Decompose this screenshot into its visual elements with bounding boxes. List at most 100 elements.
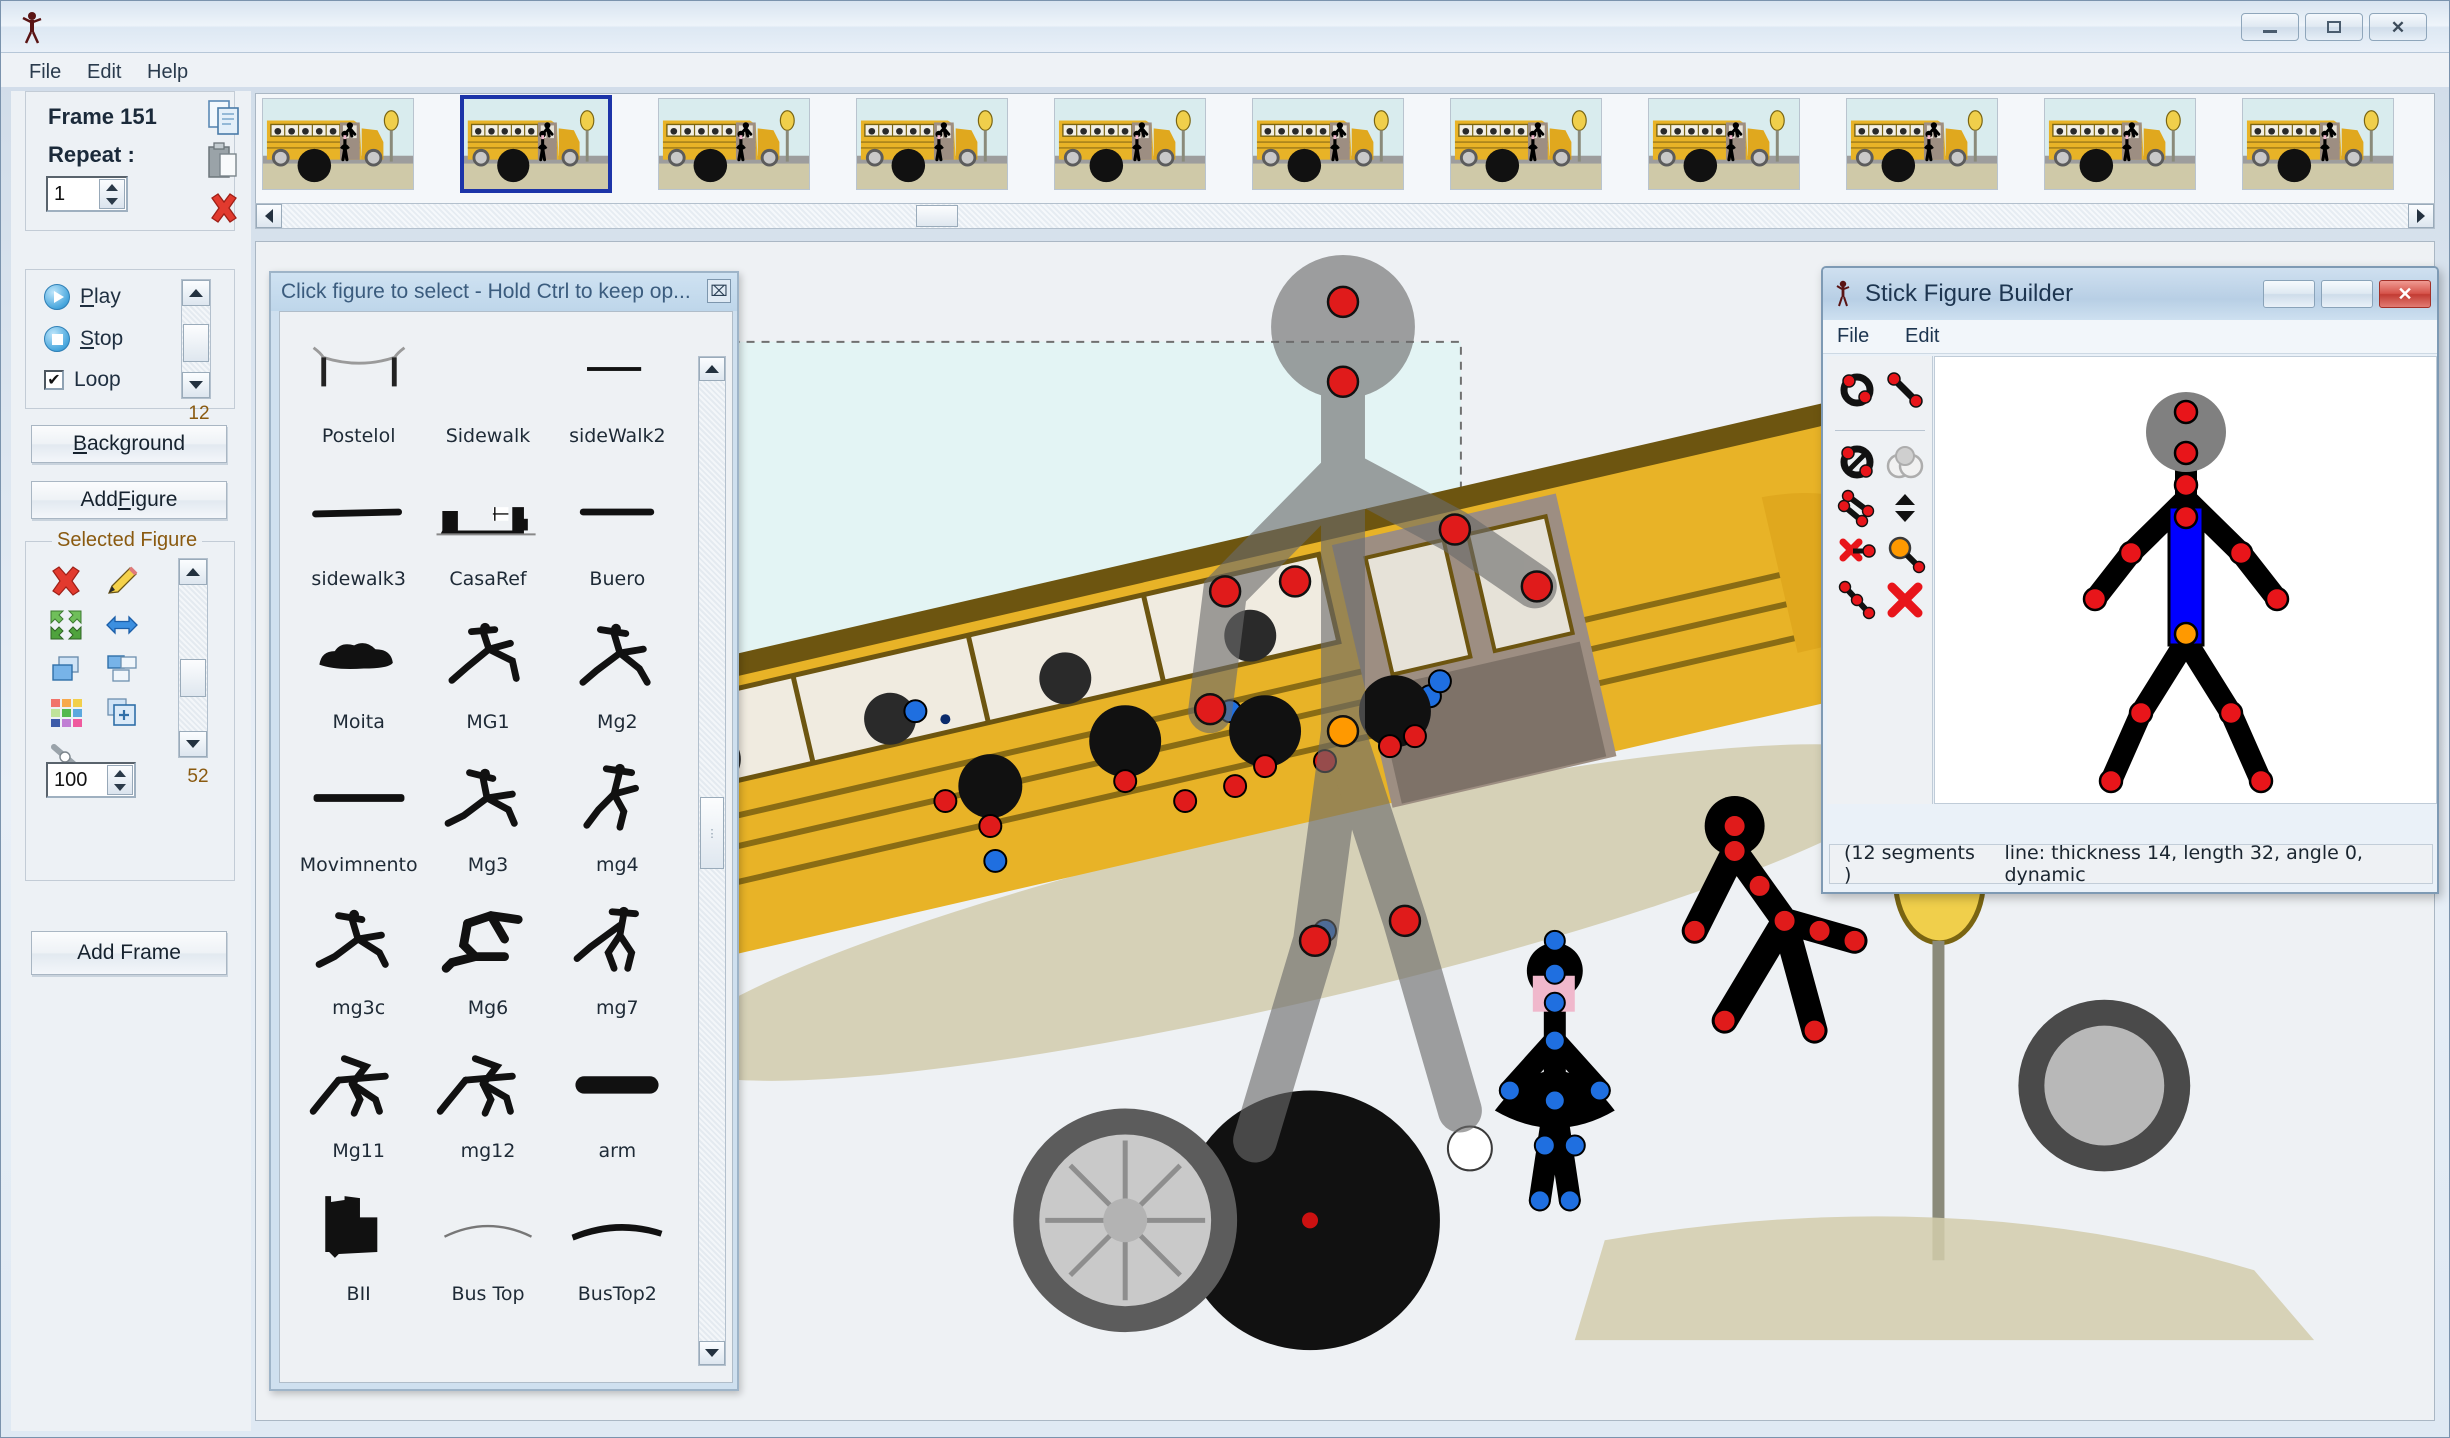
builder-canvas[interactable] xyxy=(1934,356,2437,804)
scale-spin-arrows[interactable] xyxy=(107,765,133,795)
spin-up-icon[interactable] xyxy=(106,184,118,191)
builder-menu-file[interactable]: File xyxy=(1837,325,1869,348)
figure-palette-window[interactable]: Click figure to select - Hold Ctrl to ke… xyxy=(269,271,739,1391)
menu-help[interactable]: Help xyxy=(141,59,194,86)
builder-maximize-button[interactable] xyxy=(2321,280,2373,308)
delete-frame-icon[interactable] xyxy=(206,190,242,226)
palette-item[interactable]: Bus Top xyxy=(423,1170,552,1313)
palette-item[interactable]: BusTop2 xyxy=(553,1170,682,1313)
builder-menu-edit[interactable]: Edit xyxy=(1905,325,1939,348)
edit-figure-icon[interactable] xyxy=(104,564,140,598)
add-circle-icon[interactable] xyxy=(1835,368,1879,412)
palette-item[interactable]: sidewalk3 xyxy=(294,455,423,598)
zoom-segment-icon[interactable] xyxy=(1883,532,1927,576)
loop-checkbox-box[interactable]: ✔ xyxy=(44,370,64,390)
stop-button[interactable]: Stop xyxy=(44,326,123,352)
frame-thumbnail[interactable] xyxy=(2242,98,2394,190)
palette-item[interactable]: Mg11 xyxy=(294,1027,423,1170)
loop-checkbox[interactable]: ✔ Loop xyxy=(44,368,121,392)
add-line-icon[interactable] xyxy=(1883,368,1927,412)
palette-scroll-up[interactable] xyxy=(699,357,725,381)
background-button[interactable]: Background xyxy=(31,425,227,463)
palette-item[interactable]: mg7 xyxy=(553,884,682,1027)
palette-item[interactable]: Mg3 xyxy=(423,741,552,884)
scale-figure-icon[interactable] xyxy=(48,608,84,642)
frame-thumbnail[interactable] xyxy=(262,98,414,190)
extend-segment-icon[interactable] xyxy=(1835,578,1879,622)
builder-title-bar[interactable]: Stick Figure Builder ✕ xyxy=(1823,268,2437,320)
duplicate-segment-icon[interactable] xyxy=(1835,486,1879,530)
palette-title-bar[interactable]: Click figure to select - Hold Ctrl to ke… xyxy=(271,273,737,311)
palette-item[interactable]: Buero xyxy=(553,455,682,598)
figure-scroll-down[interactable] xyxy=(179,731,207,757)
flip-figure-icon[interactable] xyxy=(104,608,140,642)
delete-all-icon[interactable] xyxy=(1883,578,1927,622)
palette-item[interactable]: mg4 xyxy=(553,741,682,884)
frame-thumbnail[interactable] xyxy=(2044,98,2196,190)
strip-scroll-thumb[interactable] xyxy=(916,205,958,227)
palette-item[interactable]: arm xyxy=(553,1027,682,1170)
palette-scrollbar[interactable]: ⋮ xyxy=(698,356,726,1366)
maximize-button[interactable] xyxy=(2305,13,2363,41)
frame-thumbnail[interactable] xyxy=(460,95,612,193)
frame-thumbnail[interactable] xyxy=(1846,98,1998,190)
speed-scrollbar[interactable] xyxy=(181,279,211,399)
menu-edit[interactable]: Edit xyxy=(81,59,127,86)
add-figure-button[interactable]: Add Figure xyxy=(31,481,227,519)
bring-forward-icon[interactable] xyxy=(104,652,140,686)
palette-item[interactable]: Mg6 xyxy=(423,884,552,1027)
builder-minimize-button[interactable] xyxy=(2263,280,2315,308)
scale-stepper[interactable] xyxy=(46,762,136,798)
speed-scroll-thumb[interactable] xyxy=(183,324,209,362)
duplicate-figure-icon[interactable] xyxy=(104,696,140,730)
delete-figure-icon[interactable] xyxy=(48,564,84,598)
palette-item[interactable]: Moita xyxy=(294,598,423,741)
palette-close-button[interactable]: ⌧ xyxy=(707,279,731,303)
paste-icon[interactable] xyxy=(208,142,238,180)
copy-icon[interactable] xyxy=(208,100,242,136)
palette-item[interactable]: MG1 xyxy=(423,598,552,741)
palette-item[interactable]: Movimnento xyxy=(294,741,423,884)
figure-scrollbar[interactable] xyxy=(178,558,208,758)
builder-figure[interactable] xyxy=(1935,357,2438,805)
palette-item[interactable]: Postelol xyxy=(294,312,423,455)
figure-scroll-thumb[interactable] xyxy=(180,659,206,697)
scale-spin-down-icon[interactable] xyxy=(114,784,126,791)
color-palette-icon[interactable] xyxy=(48,696,84,730)
strip-scroll-right[interactable] xyxy=(2408,204,2434,228)
delete-segment-icon[interactable] xyxy=(1835,532,1879,576)
frame-thumbnail[interactable] xyxy=(1450,98,1602,190)
close-button[interactable]: ✕ xyxy=(2369,13,2427,41)
scale-input[interactable] xyxy=(50,765,106,795)
repeat-spin-arrows[interactable] xyxy=(99,179,125,209)
frame-thumbnail[interactable] xyxy=(1252,98,1404,190)
frame-thumbnail[interactable] xyxy=(1054,98,1206,190)
menu-file[interactable]: File xyxy=(23,59,67,86)
play-button[interactable]: PPlaylay xyxy=(44,284,121,310)
palette-item[interactable]: CasaRef xyxy=(423,455,552,598)
palette-item[interactable]: mg12 xyxy=(423,1027,552,1170)
send-backward-icon[interactable] xyxy=(48,652,84,686)
move-up-down-icon[interactable] xyxy=(1883,486,1927,530)
palette-scroll-down[interactable] xyxy=(699,1341,725,1365)
palette-item[interactable]: Sidewalk xyxy=(423,312,552,455)
strip-scroll-left[interactable] xyxy=(256,204,282,228)
repeat-stepper[interactable] xyxy=(46,176,128,212)
frame-thumbnail[interactable] xyxy=(1648,98,1800,190)
palette-scroll-thumb[interactable]: ⋮ xyxy=(700,797,724,869)
builder-close-button[interactable]: ✕ xyxy=(2379,280,2431,308)
overlap-circles-icon[interactable] xyxy=(1883,440,1927,484)
remove-circle-icon[interactable] xyxy=(1835,440,1879,484)
spin-down-icon[interactable] xyxy=(106,198,118,205)
stick-figure-builder-window[interactable]: Stick Figure Builder ✕ File Edit xyxy=(1821,266,2439,894)
frame-thumbnail[interactable] xyxy=(856,98,1008,190)
minimize-button[interactable] xyxy=(2241,13,2299,41)
palette-item[interactable]: BII xyxy=(294,1170,423,1313)
speed-scroll-down[interactable] xyxy=(182,372,210,398)
frame-thumbnail[interactable] xyxy=(658,98,810,190)
add-frame-button[interactable]: Add Frame xyxy=(31,931,227,975)
scale-spin-up-icon[interactable] xyxy=(114,770,126,777)
speed-scroll-up[interactable] xyxy=(182,280,210,306)
frame-strip-scrollbar[interactable] xyxy=(255,203,2435,229)
repeat-input[interactable] xyxy=(50,179,98,209)
